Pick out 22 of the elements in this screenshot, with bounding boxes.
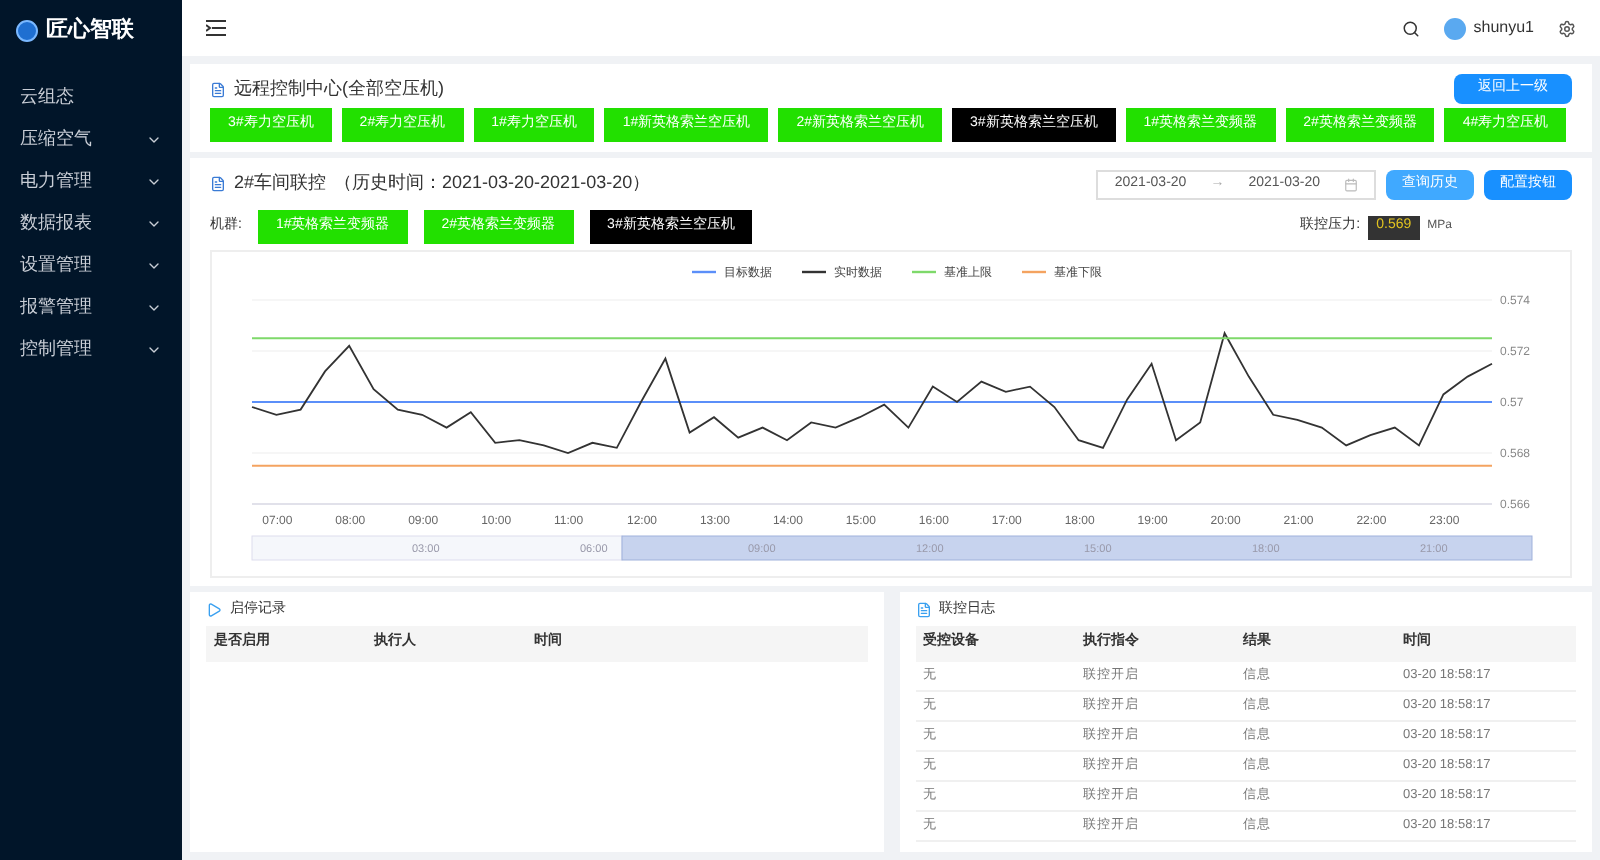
sidebar-item[interactable]: 电力管理 xyxy=(0,160,182,202)
search-icon[interactable] xyxy=(1401,19,1420,37)
settings-icon[interactable] xyxy=(1558,19,1576,37)
sidebar-item[interactable]: 数据报表 xyxy=(0,202,182,244)
logo-icon xyxy=(16,19,38,41)
sidebar-item[interactable]: 设置管理 xyxy=(0,244,182,286)
history-range: （历史时间：2021-03-20-2021-03-20） xyxy=(334,170,651,197)
zoom-slider-window[interactable] xyxy=(621,535,1533,561)
sidebar-item[interactable]: 压缩空气 xyxy=(0,118,182,160)
sidebar-item[interactable]: 云组态 xyxy=(0,76,182,118)
sidebar-item[interactable]: 报警管理 xyxy=(0,286,182,328)
panel-title: 远程控制中心(全部空压机) xyxy=(234,75,444,102)
play-icon xyxy=(206,602,222,619)
log-icon xyxy=(915,602,931,619)
menu-icon[interactable] xyxy=(206,20,226,36)
brand-name: 匠心智联 xyxy=(46,15,134,46)
sidebar-item[interactable]: 控制管理 xyxy=(0,328,182,370)
title-icon xyxy=(210,176,226,192)
panel-title: 2#车间联控 xyxy=(234,170,327,197)
calendar-icon xyxy=(1344,177,1358,191)
title-icon xyxy=(210,81,226,97)
username[interactable]: shunyu1 xyxy=(1473,16,1534,40)
